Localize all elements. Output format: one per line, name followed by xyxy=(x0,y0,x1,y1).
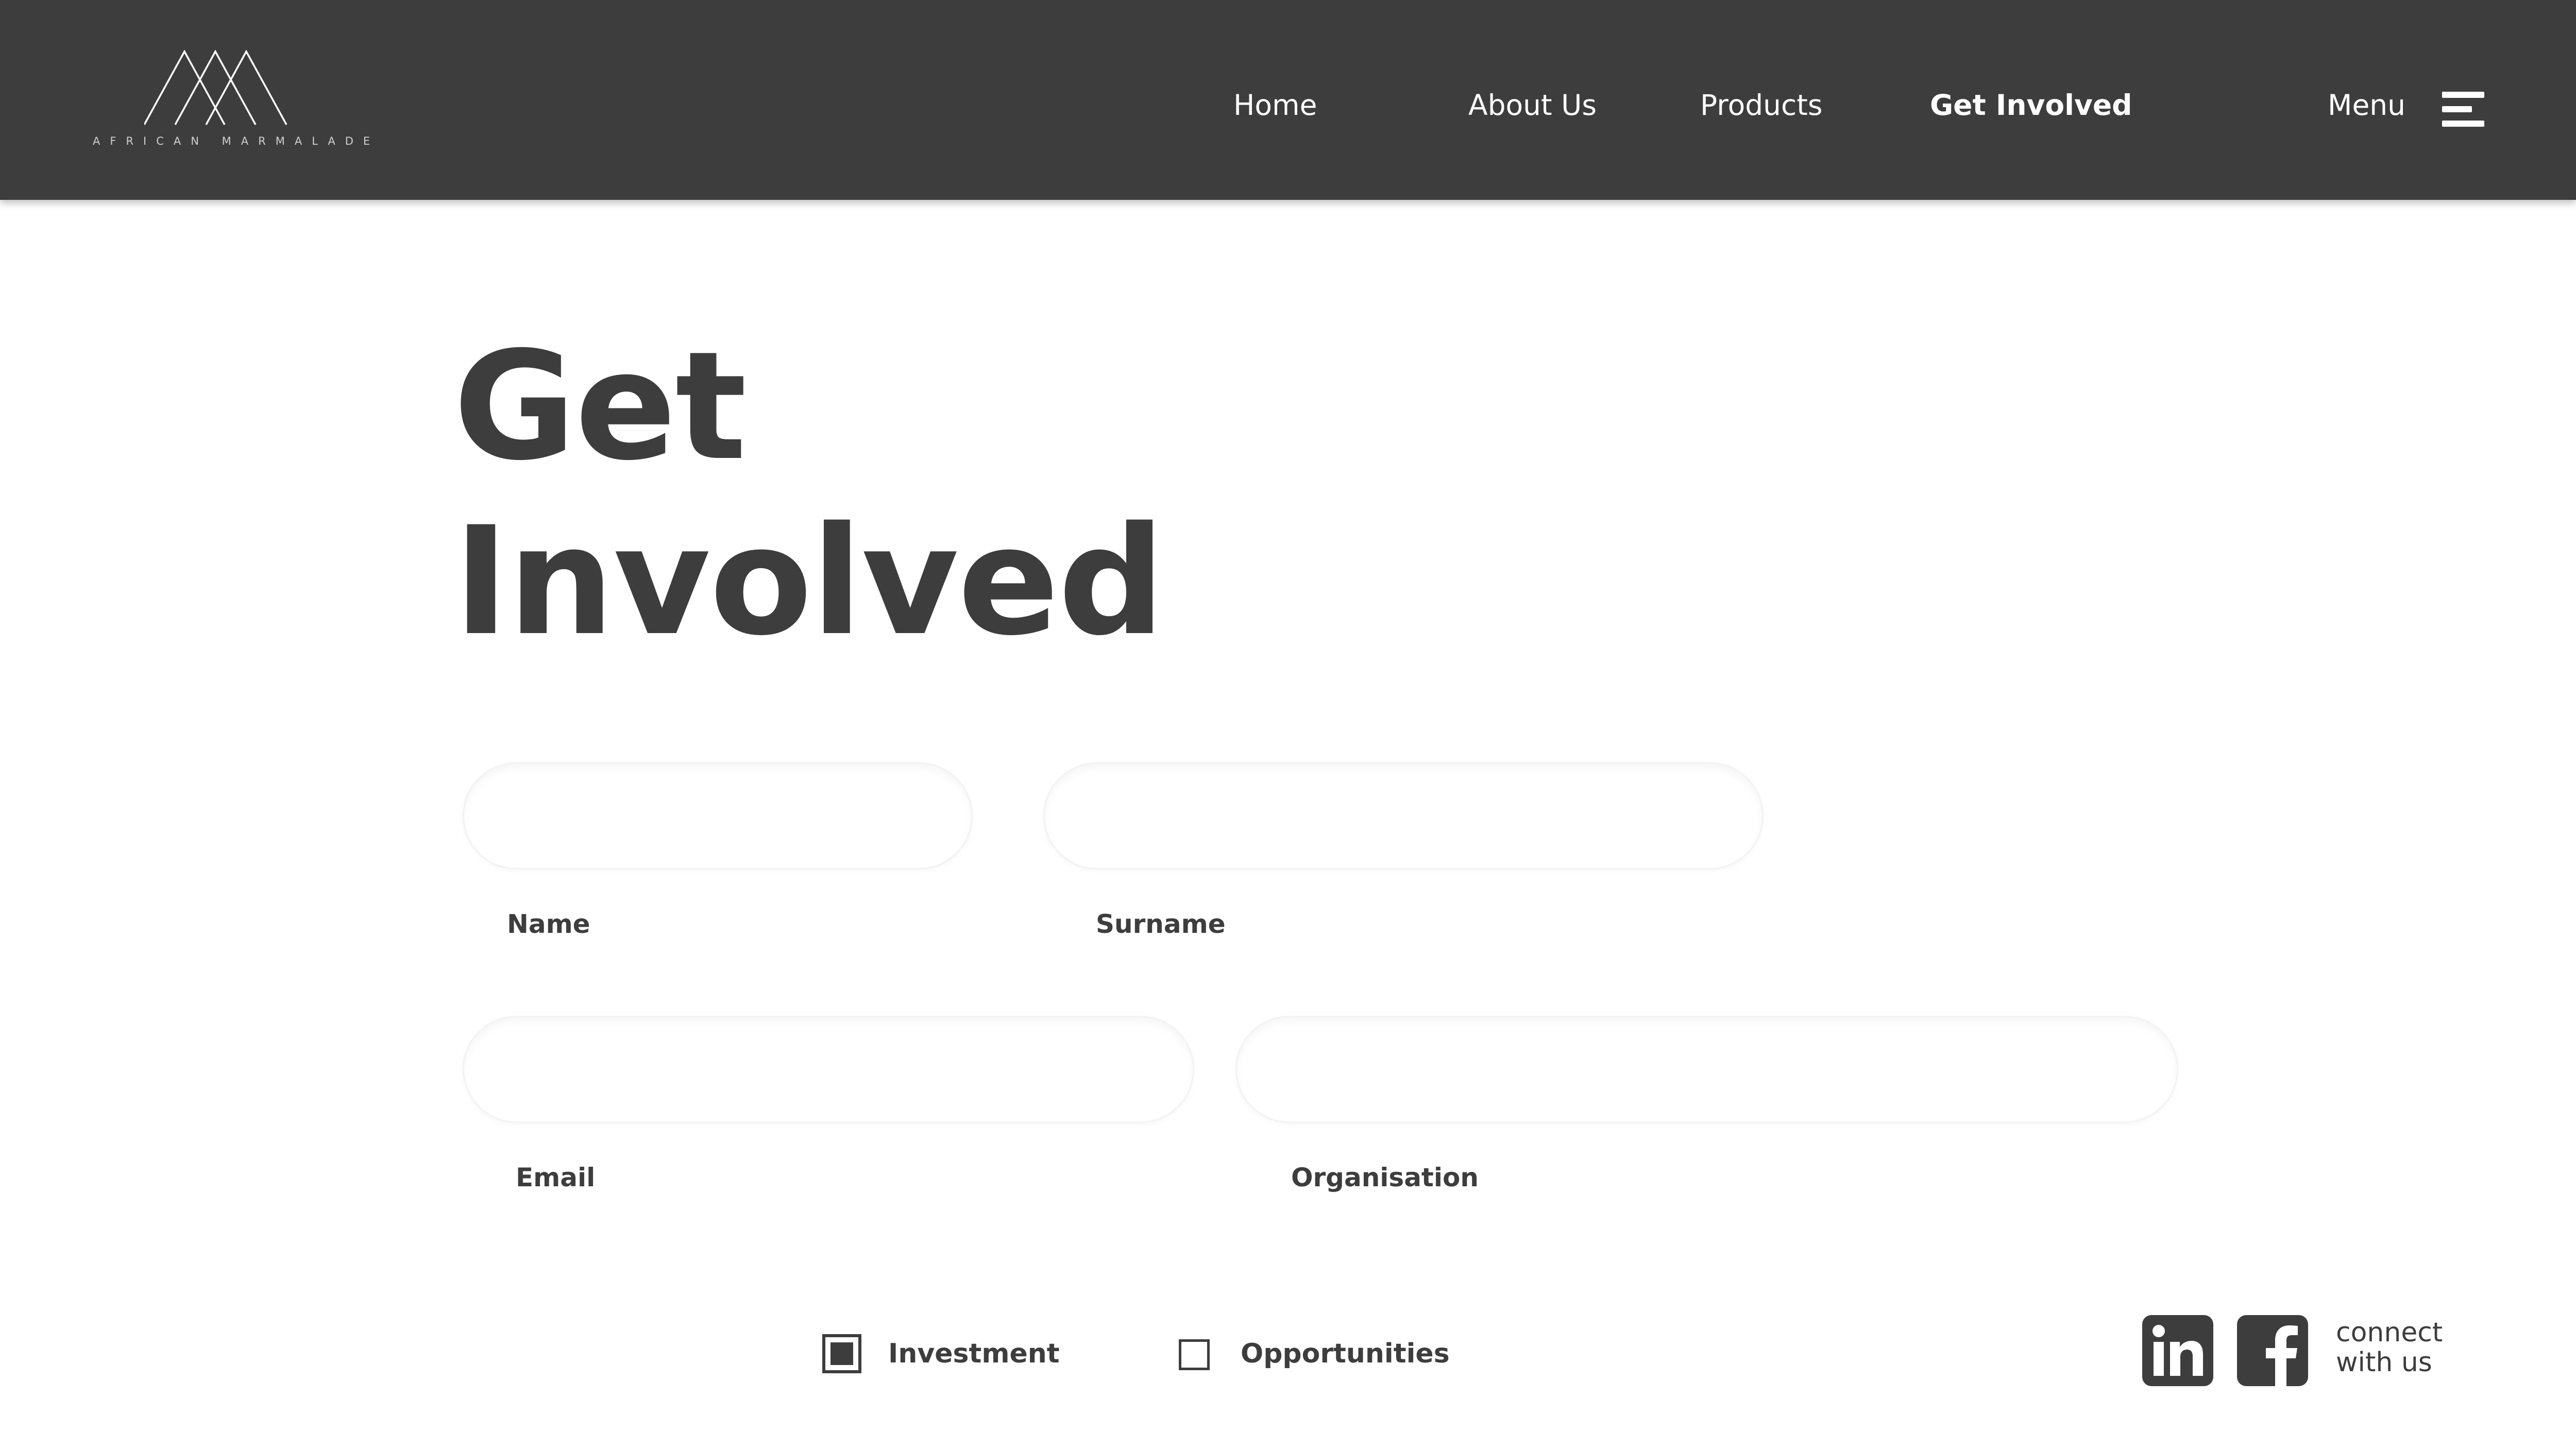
opportunities-checkbox-box[interactable] xyxy=(1179,1339,1210,1370)
mountain-peaks-icon xyxy=(144,49,287,125)
organisation-label: Organisation xyxy=(1291,1163,1479,1192)
opportunities-checkbox[interactable]: Opportunities xyxy=(1179,1334,1450,1375)
investment-checkbox-box[interactable] xyxy=(822,1334,861,1373)
site-header: AFRICAN MARMALADE Home About Us Products… xyxy=(0,0,2576,200)
connect-line-2: with us xyxy=(2336,1347,2432,1378)
linkedin-icon xyxy=(2153,1325,2203,1376)
name-input[interactable] xyxy=(463,762,973,870)
name-label: Name xyxy=(507,909,590,939)
menu-label: Menu xyxy=(2328,89,2406,122)
facebook-button[interactable] xyxy=(2237,1315,2308,1386)
organisation-input[interactable] xyxy=(1235,1016,2178,1123)
nav-products[interactable]: Products xyxy=(1700,89,1822,122)
nav-about-us[interactable]: About Us xyxy=(1468,89,1597,122)
hamburger-menu-icon xyxy=(2442,92,2484,127)
email-input[interactable] xyxy=(463,1016,1194,1123)
connect-with-us-text: connect with us xyxy=(2336,1318,2443,1377)
investment-checkbox[interactable]: Investment xyxy=(822,1334,1060,1375)
investment-label: Investment xyxy=(888,1338,1060,1369)
nav-home[interactable]: Home xyxy=(1233,89,1317,122)
logo[interactable]: AFRICAN MARMALADE xyxy=(93,49,380,152)
opportunities-label: Opportunities xyxy=(1241,1338,1450,1369)
checkbox-checked-mark xyxy=(831,1342,853,1365)
menu-button[interactable]: Menu xyxy=(2328,87,2485,132)
connect-line-1: connect xyxy=(2336,1317,2443,1348)
surname-label: Surname xyxy=(1096,909,1226,939)
page-title-line-2: Involved xyxy=(453,495,1165,669)
page-title-line-1: Get xyxy=(453,320,747,493)
linkedin-button[interactable] xyxy=(2142,1315,2213,1386)
nav-get-involved[interactable]: Get Involved xyxy=(1930,89,2132,122)
facebook-icon xyxy=(2266,1325,2298,1386)
logo-text: AFRICAN MARMALADE xyxy=(93,135,380,147)
page-title: Get Involved xyxy=(453,319,1165,670)
surname-input[interactable] xyxy=(1043,762,1764,870)
email-label: Email xyxy=(516,1163,596,1192)
